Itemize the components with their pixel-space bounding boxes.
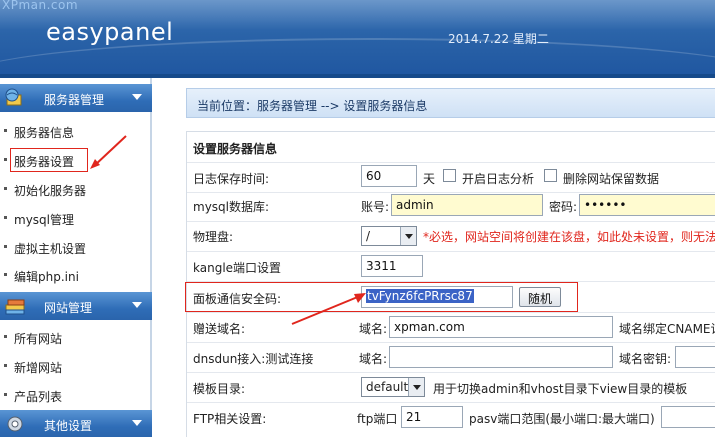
sidebar-group-server[interactable]: 服务器管理	[0, 84, 152, 112]
delete-site-data-label: 删除网站保留数据	[563, 172, 660, 186]
app-logo: easypanel	[46, 18, 174, 46]
annotation-arrow-icon	[90, 135, 127, 169]
annotation-arrow-icon	[291, 293, 366, 325]
log-days-input[interactable]	[361, 165, 417, 187]
chevron-down-icon	[408, 378, 424, 396]
main-content: 当前位置：服务器管理 --> 设置服务器信息 设置服务器信息 日志保存时间: 天…	[154, 78, 715, 437]
ftp-label: FTP相关设置:	[193, 412, 267, 426]
chevron-down-icon	[400, 227, 416, 245]
books-icon	[5, 299, 25, 315]
mysql-password-input[interactable]	[579, 194, 715, 216]
ftp-port-input[interactable]	[401, 406, 463, 428]
row-divider	[187, 192, 715, 193]
disk-select[interactable]: /	[361, 226, 417, 246]
disk-select-value: /	[366, 229, 371, 243]
header: XPman.com easypanel 2014.7.22 星期二	[0, 0, 715, 78]
dnsdun-key-label: 域名密钥:	[619, 352, 672, 366]
dnsdun-key-input[interactable]	[675, 346, 715, 368]
bullet-icon	[4, 158, 7, 161]
bullet-icon	[4, 129, 7, 132]
watermark: XPman.com	[2, 0, 79, 12]
bullet-icon	[4, 335, 7, 338]
mysql-user-input[interactable]	[391, 194, 543, 216]
bullet-icon	[4, 364, 7, 367]
dnsdun-domain-input[interactable]	[389, 346, 613, 368]
bullet-icon	[4, 393, 7, 396]
log-days-label: 日志保存时间:	[193, 172, 270, 186]
mysql-user-label: 账号:	[361, 200, 390, 214]
template-select-value: default	[366, 380, 409, 394]
gift-domain-label: 赠送域名:	[193, 322, 246, 336]
sidebar-item-label: 虚拟主机设置	[14, 242, 87, 256]
kangle-port-input[interactable]	[361, 255, 423, 277]
row-divider	[187, 251, 715, 252]
log-days-unit: 天	[423, 172, 436, 186]
sidebar-group-label: 其他设置	[44, 419, 93, 433]
section-title: 设置服务器信息	[193, 142, 278, 156]
bullet-icon	[4, 245, 7, 248]
annotation-highlight-box	[10, 148, 88, 172]
mysql-password-label: 密码:	[549, 200, 578, 214]
breadcrumb: 当前位置：服务器管理 --> 设置服务器信息	[186, 88, 715, 118]
row-divider	[187, 402, 715, 403]
sidebar-group-label: 服务器管理	[44, 93, 105, 107]
log-analysis-label: 开启日志分析	[462, 172, 535, 186]
disk-warning: *必选，网站空间将创建在该盘，如此处未设置，则无法	[423, 230, 715, 244]
delete-site-data-checkbox[interactable]	[544, 169, 557, 182]
disk-label: 物理盘:	[193, 230, 234, 244]
row-divider	[187, 221, 715, 222]
kangle-port-label: kangle端口设置	[193, 261, 282, 275]
server-globe-icon	[5, 88, 22, 106]
sidebar-group-sites[interactable]: 网站管理	[0, 292, 152, 320]
template-hint: 用于切换admin和vhost目录下view目录的模板	[433, 382, 688, 396]
bullet-icon	[4, 187, 7, 190]
sidebar-item-label: 服务器信息	[14, 126, 75, 140]
sidebar-item-label: 所有网站	[14, 332, 63, 346]
template-label: 模板目录:	[193, 382, 246, 396]
bullet-icon	[4, 216, 7, 219]
settings-panel: 设置服务器信息 日志保存时间: 天 开启日志分析 删除网站保留数据 mysql数…	[185, 131, 715, 437]
bullet-icon	[4, 273, 7, 276]
sidebar-item-label: 新增网站	[14, 361, 63, 375]
sidebar-item-label: 产品列表	[14, 390, 63, 404]
log-analysis-checkbox[interactable]	[443, 169, 456, 182]
row-divider	[187, 372, 715, 373]
chevron-down-icon	[132, 302, 142, 308]
row-divider	[187, 342, 715, 343]
sidebar-item-label: 初始化服务器	[14, 184, 87, 198]
breadcrumb-text: 当前位置：服务器管理 --> 设置服务器信息	[197, 99, 428, 113]
header-date: 2014.7.22 星期二	[448, 32, 549, 46]
pasv-range-input[interactable]	[661, 406, 715, 428]
sidebar-group-label: 网站管理	[44, 301, 93, 315]
annotation-highlight-box	[185, 282, 578, 312]
ftp-port-label: ftp端口	[357, 412, 398, 426]
row-divider	[187, 312, 715, 313]
pasv-range-label: pasv端口范围(最小端口:最大端口)	[469, 412, 655, 426]
mysql-label: mysql数据库:	[193, 200, 270, 214]
chevron-down-icon	[132, 420, 142, 426]
row-divider	[187, 162, 715, 163]
chevron-down-icon	[132, 94, 142, 100]
template-select[interactable]: default	[361, 377, 425, 397]
gift-domain-input[interactable]	[389, 316, 613, 338]
dnsdun-domain-label: 域名:	[359, 352, 388, 366]
tools-icon	[7, 416, 23, 432]
dnsdun-label: dnsdun接入:测试连接	[193, 352, 314, 366]
sidebar-group-other[interactable]: 其他设置	[0, 410, 152, 437]
sidebar-item-label: 编辑php.ini	[14, 270, 79, 284]
sidebar-item-label: mysql管理	[14, 213, 74, 227]
cname-label: 域名绑定CNAME记	[619, 322, 715, 336]
